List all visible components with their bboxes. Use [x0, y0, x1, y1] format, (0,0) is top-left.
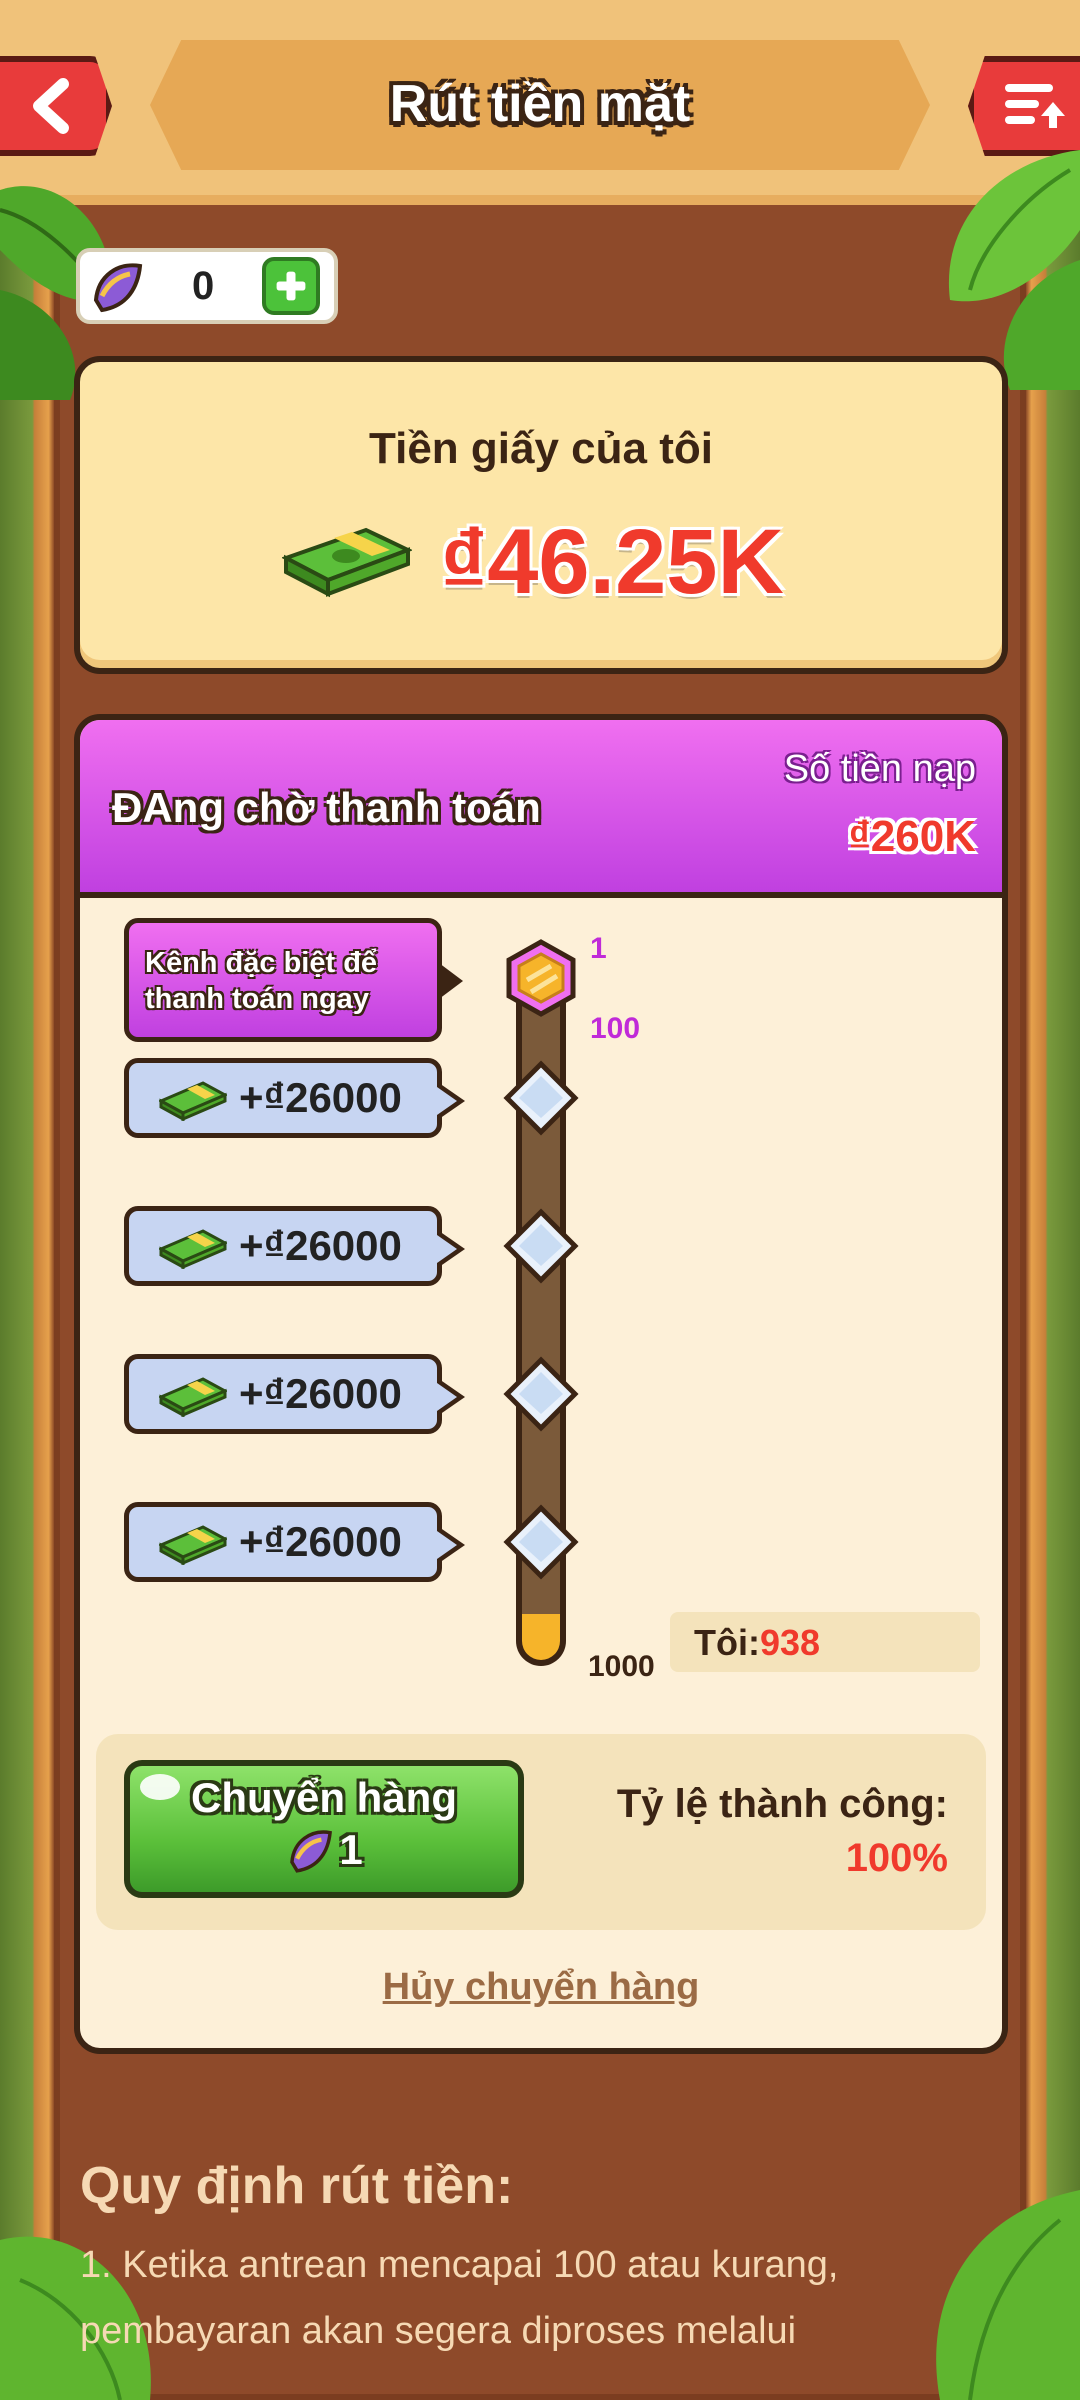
rules-text: 1. Ketika antrean mencapai 100 atau kura… [80, 2244, 839, 2352]
deposit-label: Số tiền nạp [783, 748, 976, 790]
deposit-value: ₫260K [848, 812, 976, 861]
ship-button[interactable]: Chuyển hàng 1 [124, 1760, 524, 1898]
diamond-node-icon [503, 1060, 579, 1136]
ticket-icon [290, 1830, 333, 1873]
success-rate-value: 100% [845, 1836, 948, 1880]
my-position-label: Tôi: [694, 1622, 760, 1663]
list-upload-icon [1005, 84, 1065, 128]
ship-button-label: Chuyển hàng [190, 1774, 457, 1821]
ticket-count: 0 [192, 263, 215, 308]
cancel-shipping-link[interactable]: Hủy chuyển hàng [80, 1966, 1002, 2009]
my-position-value: 938 [759, 1622, 821, 1663]
end-label-1000: 1000 [588, 1650, 655, 1683]
add-ticket-button[interactable] [262, 257, 320, 315]
diamond-node-icon [503, 1504, 579, 1580]
reward-amount: +₫26000 [239, 1222, 402, 1269]
ticket-counter: 0 [76, 248, 338, 324]
money-stack-icon [282, 527, 412, 598]
progress-track [516, 970, 566, 1410]
reward-bubble: +₫26000 [124, 1354, 465, 1434]
cash-icon [159, 1229, 227, 1269]
ship-cost-value: 1 [339, 1826, 363, 1873]
progress-header: ĐAng chờ thanh toán Số tiền nạp ₫260K [80, 720, 1002, 898]
node-label-1: 1 [590, 932, 607, 965]
success-rate-label: Tỷ lệ thành công: [616, 1782, 948, 1826]
cash-icon [159, 1525, 227, 1565]
cash-icon [159, 1081, 227, 1121]
plus-icon [276, 271, 306, 301]
pending-title: ĐAng chờ thanh toán [112, 784, 541, 831]
ticket-icon [93, 263, 143, 313]
my-position: Tôi:938 [670, 1612, 980, 1672]
cash-icon [159, 1377, 227, 1417]
reward-amount: +₫26000 [239, 1370, 402, 1417]
progress-track-fill [516, 1614, 566, 1666]
balance-value: ₫46.25K [440, 511, 784, 613]
reward-bubble: +₫26000 [124, 1206, 465, 1286]
reward-bubble: +₫26000 [124, 1502, 465, 1582]
reward-amount: +₫26000 [239, 1518, 402, 1565]
back-arrow-icon [33, 78, 69, 134]
ship-cost: 1 [130, 1824, 518, 1876]
page-title: Rút tiền mặt [389, 75, 691, 133]
balance-label: Tiền giấy của tôi [369, 424, 713, 473]
reward-bubble: +₫26000 [124, 1058, 465, 1138]
balance-card: Tiền giấy của tôi ₫46.25K [74, 356, 1008, 674]
leaf-decoration-right [948, 150, 1080, 390]
special-channel-bubble[interactable]: Kênh đặc biệt để thanh toán ngay [124, 918, 463, 1042]
withdraw-progress-card: ĐAng chờ thanh toán Số tiền nạp ₫260K Kê… [74, 714, 1008, 2054]
diamond-node-icon [503, 1208, 579, 1284]
diamond-node-icon [503, 1356, 579, 1432]
reward-amount: +₫26000 [239, 1074, 402, 1121]
rules-title: Quy định rút tiền: [80, 2157, 514, 2215]
button-shine [140, 1774, 180, 1800]
shipping-panel: Chuyển hàng 1 Tỷ lệ thành công: 100% [96, 1734, 986, 1930]
gold-hexagon-node-icon [506, 939, 576, 1017]
node-label-100: 100 [590, 1012, 641, 1045]
back-button[interactable] [0, 56, 112, 156]
